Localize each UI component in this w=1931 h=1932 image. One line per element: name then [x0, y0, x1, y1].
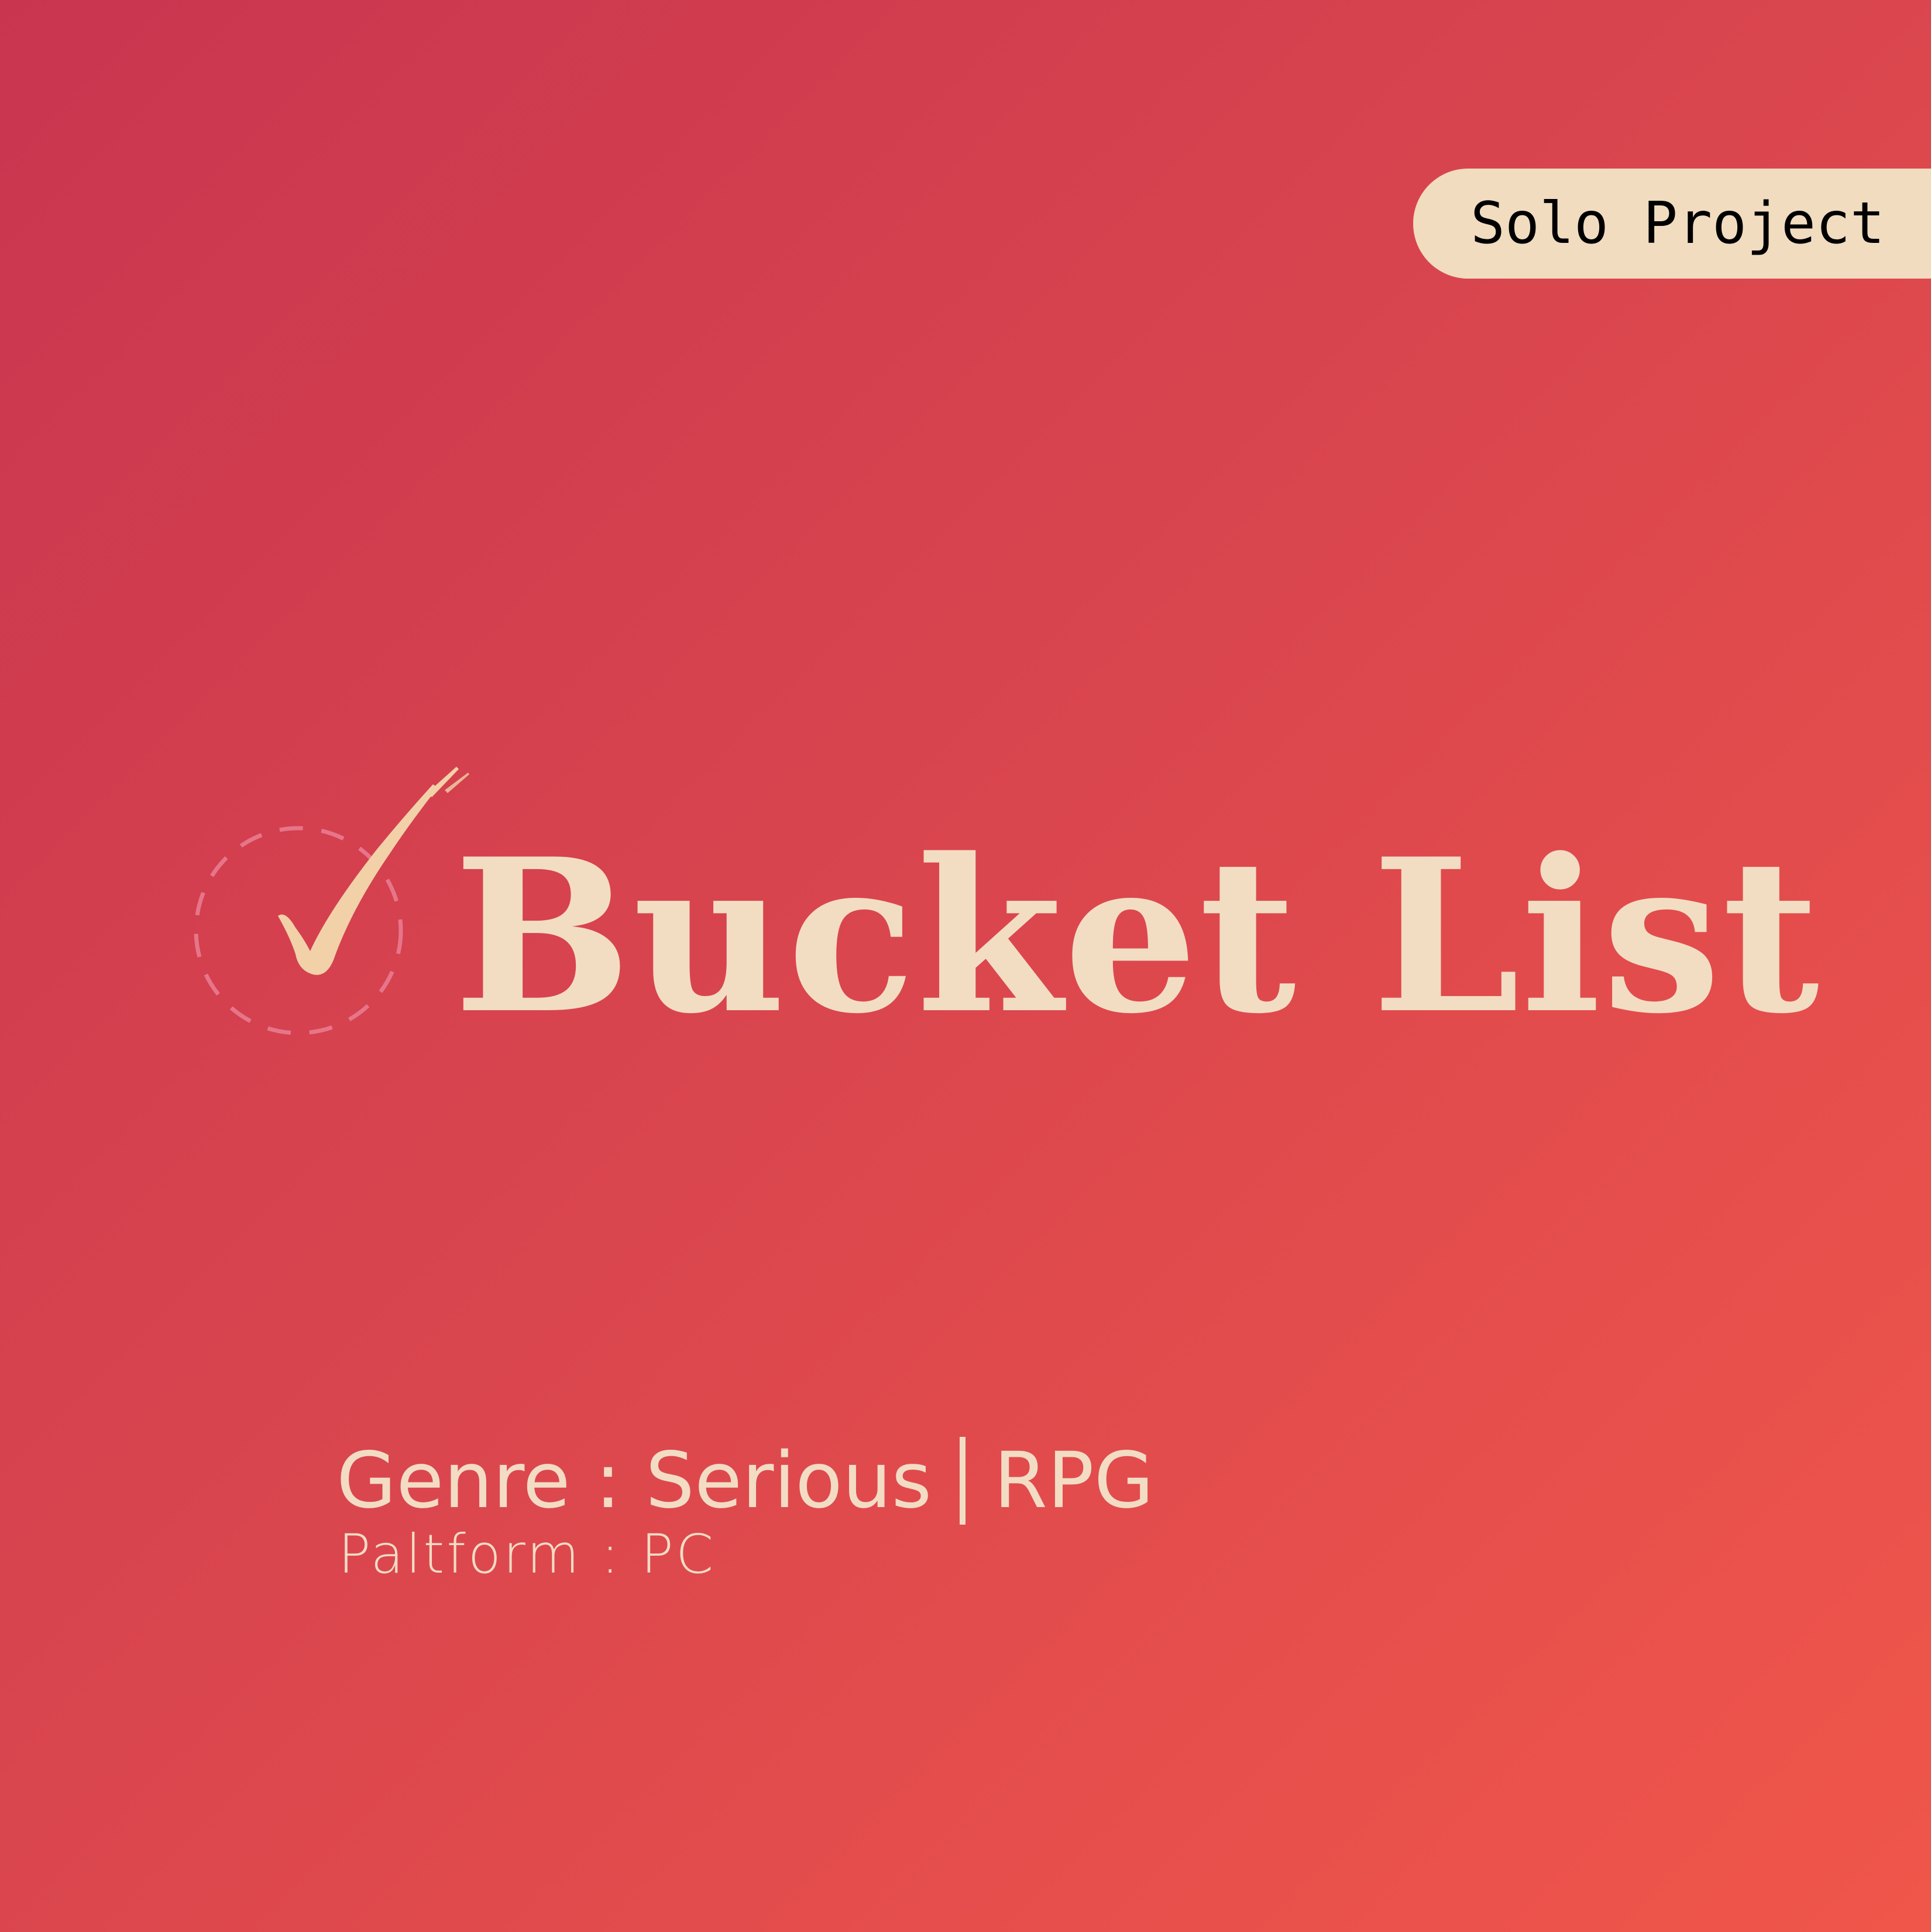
genre-rpg: RPG [994, 1436, 1154, 1526]
check-stroke [278, 784, 438, 975]
solo-project-badge: Solo Project [1413, 169, 1931, 279]
genre-line: Genre : Serious RPG [336, 1437, 1154, 1525]
genre-text: Genre : Serious [336, 1436, 932, 1526]
badge-label: Solo Project [1470, 190, 1885, 257]
checkmark-icon [194, 767, 469, 1035]
game-title: Bucket List [453, 812, 1821, 1060]
platform-text: Paltform : PC [338, 1523, 716, 1586]
genre-separator [960, 1437, 966, 1525]
check-brush-fragment [427, 767, 459, 797]
